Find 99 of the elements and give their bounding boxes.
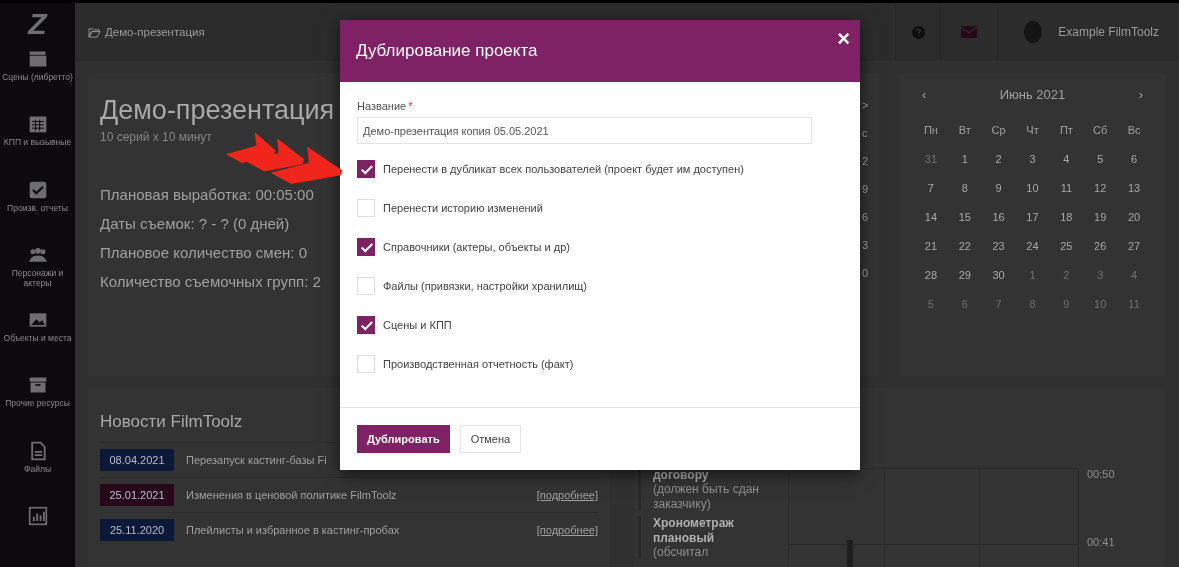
avatar-icon[interactable] bbox=[1024, 21, 1043, 43]
calendar-day[interactable]: 25 bbox=[1049, 240, 1084, 252]
date-badge: 25.11.2020 bbox=[100, 519, 174, 541]
locations-icon bbox=[27, 310, 48, 330]
sidebar-item[interactable]: Произв. отчеты bbox=[0, 175, 75, 241]
weekday-label: Пн bbox=[922, 124, 939, 136]
calendar-text: 6 bbox=[862, 211, 870, 223]
project-stat: Количество съемочных групп: 2 bbox=[100, 273, 321, 290]
more-link[interactable]: [подробнее] bbox=[536, 524, 598, 536]
calendar-text: 9 bbox=[862, 183, 870, 195]
sidebar-item[interactable]: Персонажи и актеры bbox=[0, 240, 75, 306]
calendar-day[interactable]: 17 bbox=[1015, 211, 1050, 223]
calendar-text: > bbox=[862, 99, 870, 111]
calendar-day[interactable]: 2 bbox=[981, 153, 1016, 165]
calendar-day[interactable]: 19 bbox=[1083, 211, 1118, 223]
calendar-text: 2 bbox=[862, 155, 870, 167]
calendar-day[interactable]: 22 bbox=[947, 240, 982, 252]
checkbox-label[interactable]: Сцены и КПП bbox=[383, 319, 452, 331]
folder-icon bbox=[88, 26, 101, 38]
sidebar-item[interactable]: Прочие ресурсы bbox=[0, 371, 75, 437]
weekday-label: Вт bbox=[957, 124, 972, 136]
project-stat: Плановая выработка: 00:05:00 bbox=[100, 186, 314, 203]
calendar-day[interactable]: 14 bbox=[914, 211, 948, 223]
required-mark: * bbox=[408, 100, 413, 112]
date-badge: 08.04.2021 bbox=[100, 449, 174, 471]
news-headline: Изменения в ценовой политике FilmToolz bbox=[186, 489, 398, 501]
axis-label: 00:41 bbox=[1087, 536, 1115, 548]
project-subtitle: 10 серий х 10 минут bbox=[100, 130, 212, 144]
more-link[interactable]: [подробнее] bbox=[536, 489, 598, 501]
axis-label: 00:50 bbox=[1087, 468, 1115, 480]
help-icon[interactable] bbox=[911, 25, 925, 39]
calendar-day[interactable]: 28 bbox=[914, 269, 948, 281]
checkbox-label[interactable]: Справочники (актеры, объекты и др) bbox=[383, 241, 570, 253]
weekday-label: Чт bbox=[1025, 124, 1040, 136]
project-stat: Плановое количество смен: 0 bbox=[100, 244, 307, 261]
calendar-day[interactable]: 1 bbox=[947, 153, 982, 165]
calendar-day[interactable]: 11 bbox=[1049, 182, 1084, 194]
prev-month-button[interactable]: ‹ bbox=[922, 87, 927, 102]
next-month-button[interactable]: › bbox=[1138, 87, 1143, 102]
name-input[interactable]: Демо-презентация копия 05.05.2021 bbox=[357, 117, 812, 144]
calendar-day[interactable]: 20 bbox=[1117, 211, 1151, 223]
weekday-label: Ср bbox=[990, 124, 1007, 136]
checkbox-label[interactable]: Перенести историю изменений bbox=[383, 202, 543, 214]
calendar-day[interactable]: 13 bbox=[1117, 182, 1151, 194]
calendar-text: с bbox=[862, 127, 869, 139]
close-button[interactable]: × bbox=[837, 28, 850, 50]
legend-note: (должен быть сдан заказчику) bbox=[653, 482, 760, 512]
cancel-button[interactable]: Отмена bbox=[459, 425, 522, 453]
calendar-text: 3 bbox=[862, 239, 870, 251]
news-title: Новости FilmToolz bbox=[100, 412, 244, 432]
legend-title: Хронометраж плановый bbox=[653, 516, 735, 545]
field-label: Название bbox=[357, 100, 407, 112]
sidebar-item[interactable]: КПП и вызывные bbox=[0, 110, 75, 176]
project-stat: Даты съемок: ? - ? (0 дней) bbox=[100, 215, 290, 232]
calendar-day[interactable]: 10 bbox=[1015, 182, 1050, 194]
month-title: Июнь 2021 bbox=[999, 87, 1066, 102]
calendar-day[interactable]: 8 bbox=[947, 182, 982, 194]
project-title: Демо-презентация bbox=[100, 95, 335, 126]
calendar-day[interactable]: 30 bbox=[981, 269, 1016, 281]
date-badge: 25.01.2021 bbox=[100, 484, 174, 506]
calendar-day[interactable]: 9 bbox=[981, 182, 1016, 194]
checkbox[interactable] bbox=[357, 316, 375, 334]
legend-title: договору bbox=[653, 468, 710, 483]
news-headline: Плейлисты и избранное в кастинг-пробах bbox=[186, 524, 401, 536]
calendar-text: 0 bbox=[862, 267, 870, 279]
weekday-label: Вс bbox=[1126, 124, 1142, 136]
calendar-day[interactable]: 18 bbox=[1049, 211, 1084, 223]
checkbox-label[interactable]: Перенести в дубликат всех пользователей (проект будет им доступен) bbox=[383, 163, 744, 175]
duplicate-button[interactable]: Дублировать bbox=[357, 425, 450, 453]
calendar-day[interactable]: 12 bbox=[1083, 182, 1118, 194]
calendar-day[interactable]: 7 bbox=[914, 182, 948, 194]
checkbox-label[interactable]: Файлы (привязки, настройки хранилищ) bbox=[383, 280, 588, 292]
checkbox-label[interactable]: Производственная отчетность (факт) bbox=[383, 358, 574, 370]
checkbox[interactable] bbox=[357, 238, 375, 256]
calendar-day[interactable]: 3 bbox=[1015, 153, 1050, 165]
calendar-day[interactable]: 23 bbox=[981, 240, 1016, 252]
breadcrumb-link[interactable]: Демо-презентация bbox=[88, 26, 205, 38]
calendar-day[interactable]: 27 bbox=[1117, 240, 1151, 252]
calendar-day[interactable]: 26 bbox=[1083, 240, 1118, 252]
dialog-title: Дублирование проекта bbox=[356, 41, 538, 61]
sidebar-item[interactable]: Сцены (либретто) bbox=[0, 45, 75, 111]
calendar-day[interactable]: 15 bbox=[947, 211, 982, 223]
mail-icon[interactable] bbox=[961, 26, 978, 38]
weekday-label: Пт bbox=[1058, 124, 1074, 136]
weekday-label: Сб bbox=[1092, 124, 1109, 136]
calendar-day[interactable]: 6 bbox=[1117, 153, 1151, 165]
calendar-day[interactable]: 24 bbox=[1015, 240, 1050, 252]
calendar-day[interactable]: 29 bbox=[947, 269, 982, 281]
calendar-day[interactable]: 21 bbox=[914, 240, 948, 252]
calendar-day[interactable]: 4 bbox=[1049, 153, 1084, 165]
calendar-day[interactable]: 5 bbox=[1083, 153, 1118, 165]
user-name[interactable]: Example FilmToolz bbox=[1058, 25, 1179, 39]
sidebar-item[interactable]: Файлы bbox=[0, 436, 75, 502]
checkbox[interactable] bbox=[357, 160, 375, 178]
logo: Z bbox=[28, 7, 47, 41]
legend-note: (обсчитал bbox=[653, 544, 710, 560]
calendar-day[interactable]: 16 bbox=[981, 211, 1016, 223]
sidebar-item[interactable]: Объекты и места bbox=[0, 306, 75, 372]
news-headline: Перезапуск кастинг-базы Fi bbox=[186, 454, 328, 466]
